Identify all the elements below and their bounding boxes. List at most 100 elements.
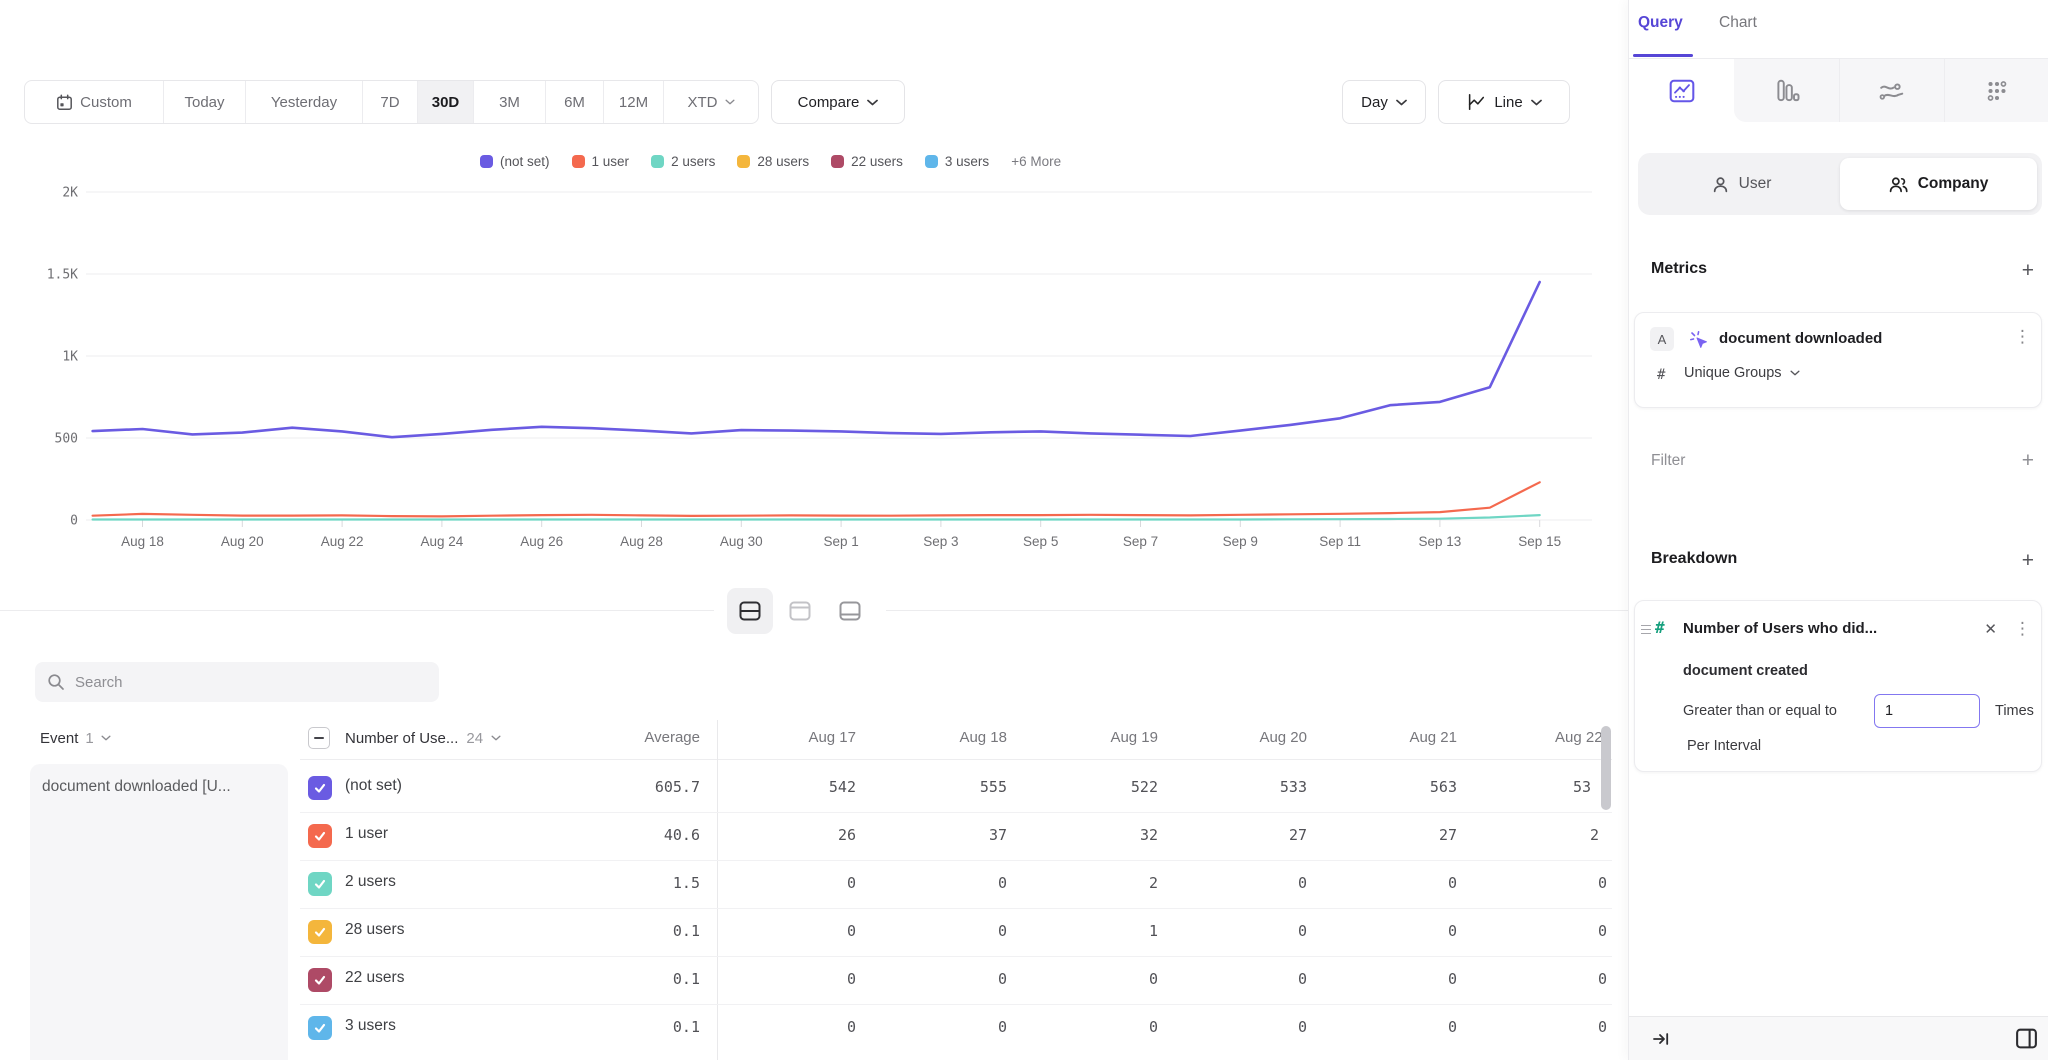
series-checkbox[interactable] [308, 776, 332, 800]
cell-value: 522 [1038, 778, 1158, 796]
breakdown-title[interactable]: Number of Users who did... [1683, 620, 1877, 637]
compare-button[interactable]: Compare [771, 80, 905, 124]
series-checkbox[interactable] [308, 1016, 332, 1040]
tab-query[interactable]: Query [1638, 14, 1683, 32]
date-range-12m[interactable]: 12M [604, 81, 664, 123]
legend-item[interactable]: 28 users [737, 154, 809, 169]
check-icon [313, 973, 327, 987]
series-checkbox[interactable] [308, 968, 332, 992]
x-axis-label: Sep 13 [1419, 534, 1462, 549]
chart-type-scatter-tab[interactable] [1944, 59, 2048, 122]
chevron-down-icon [1396, 99, 1407, 106]
date-range-custom[interactable]: Custom [25, 81, 164, 123]
search-input[interactable] [75, 674, 405, 691]
date-range-yesterday[interactable]: Yesterday [246, 81, 363, 123]
interval-label: Day [1361, 94, 1388, 111]
event-column-header[interactable]: Event 1 [40, 718, 111, 758]
kebab-menu-icon[interactable]: ⋮ [2014, 329, 2031, 346]
series-column-header[interactable]: Number of Use... 24 [345, 718, 501, 758]
table-row: (not set)605.754255552253356353 [0, 764, 1628, 812]
metric-card[interactable]: A document downloaded ⋮ # Unique Groups [1634, 312, 2042, 408]
kebab-menu-icon[interactable]: ⋮ [2014, 621, 2031, 638]
per-interval-label[interactable]: Per Interval [1687, 738, 1761, 754]
add-filter-button[interactable]: + [2022, 450, 2034, 471]
chart-type-label: Line [1494, 94, 1522, 111]
series-label[interactable]: (not set) [345, 777, 402, 795]
average-value: 605.7 [560, 778, 700, 796]
bar-chart-tab-icon [1773, 77, 1801, 105]
split-view-button[interactable] [727, 588, 773, 634]
table-only-view-button[interactable] [827, 588, 873, 634]
measure-dropdown[interactable]: Unique Groups [1684, 365, 1800, 381]
date-range-30d[interactable]: 30D [418, 81, 474, 123]
add-metric-button[interactable]: + [2022, 260, 2034, 281]
series-checkbox[interactable] [308, 824, 332, 848]
legend-item[interactable]: (not set) [480, 154, 550, 169]
average-column-header: Average [580, 718, 700, 758]
select-all-checkbox[interactable] [308, 727, 330, 749]
legend-swatch [651, 155, 664, 168]
date-range-label: XTD [688, 94, 718, 111]
drag-handle-icon[interactable] [1641, 625, 1651, 637]
interval-dropdown[interactable]: Day [1342, 80, 1426, 124]
add-breakdown-button[interactable]: + [2022, 550, 2034, 571]
chart-only-view-button[interactable] [777, 588, 823, 634]
date-range-selector: CustomTodayYesterday7D30D3M6M12M XTD [24, 80, 759, 124]
tab-chart[interactable]: Chart [1719, 14, 1757, 32]
condition-label: Greater than or equal to [1683, 703, 1837, 719]
cell-value: 0 [1598, 922, 1607, 940]
chevron-down-icon [725, 99, 735, 105]
check-icon [313, 829, 327, 843]
legend-more-link[interactable]: +6 More [1011, 154, 1061, 169]
chart-legend: (not set) 1 user 2 users 28 users 22 users 3 … [480, 154, 1061, 169]
date-column-header: Aug 17 [736, 718, 856, 758]
breakdown-card[interactable]: # Number of Users who did... ✕ ⋮ documen… [1634, 600, 2042, 772]
flow-tab-icon [1878, 77, 1906, 105]
condition-value-input[interactable] [1874, 694, 1980, 728]
cell-value: 0 [887, 1018, 1007, 1036]
breakdown-event-name[interactable]: document created [1683, 663, 1808, 679]
date-range-3m[interactable]: 3M [474, 81, 546, 123]
metric-event-name[interactable]: document downloaded [1719, 330, 1882, 347]
legend-item[interactable]: 3 users [925, 154, 989, 169]
series-label[interactable]: 1 user [345, 825, 388, 843]
chart-type-flow-tab[interactable] [1839, 59, 1944, 122]
series-label[interactable]: 28 users [345, 921, 404, 939]
user-toggle[interactable]: User [1643, 158, 1840, 210]
legend-item[interactable]: 2 users [651, 154, 715, 169]
panel-layout-icon[interactable] [2014, 1026, 2039, 1051]
series-line [93, 282, 1540, 437]
legend-item[interactable]: 22 users [831, 154, 903, 169]
date-range-today[interactable]: Today [164, 81, 246, 123]
split-view-icon [738, 599, 762, 623]
series-label[interactable]: 22 users [345, 969, 404, 987]
date-range-7d[interactable]: 7D [363, 81, 418, 123]
chart-type-dropdown[interactable]: Line [1438, 80, 1570, 124]
series-checkbox[interactable] [308, 920, 332, 944]
chart-type-line-tab[interactable] [1629, 59, 1734, 122]
series-label[interactable]: 2 users [345, 873, 396, 891]
sidebar-footer [1629, 1016, 2048, 1060]
close-icon[interactable]: ✕ [1984, 620, 1997, 638]
legend-item[interactable]: 1 user [572, 154, 630, 169]
series-line [93, 515, 1540, 519]
table-scrollbar[interactable] [1601, 726, 1611, 810]
collapse-right-icon[interactable] [1651, 1029, 1671, 1049]
table-row: 1 user40.626373227272 [0, 812, 1628, 860]
series-label[interactable]: 3 users [345, 1017, 396, 1035]
cell-value: 0 [1337, 874, 1457, 892]
company-toggle[interactable]: Company [1840, 158, 2037, 210]
date-column-header: Aug 19 [1038, 718, 1158, 758]
date-range-xtd[interactable]: XTD [664, 81, 758, 123]
legend-swatch [925, 155, 938, 168]
date-range-6m[interactable]: 6M [546, 81, 604, 123]
check-icon [313, 1021, 327, 1035]
cell-value: 542 [736, 778, 856, 796]
chart-type-bar-tab[interactable] [1734, 59, 1839, 122]
cell-value: 0 [736, 922, 856, 940]
scatter-tab-icon [1983, 77, 2011, 105]
active-tab-underline [1633, 54, 1693, 57]
cell-value: 0 [1187, 922, 1307, 940]
x-axis-label: Aug 22 [321, 534, 364, 549]
series-checkbox[interactable] [308, 872, 332, 896]
